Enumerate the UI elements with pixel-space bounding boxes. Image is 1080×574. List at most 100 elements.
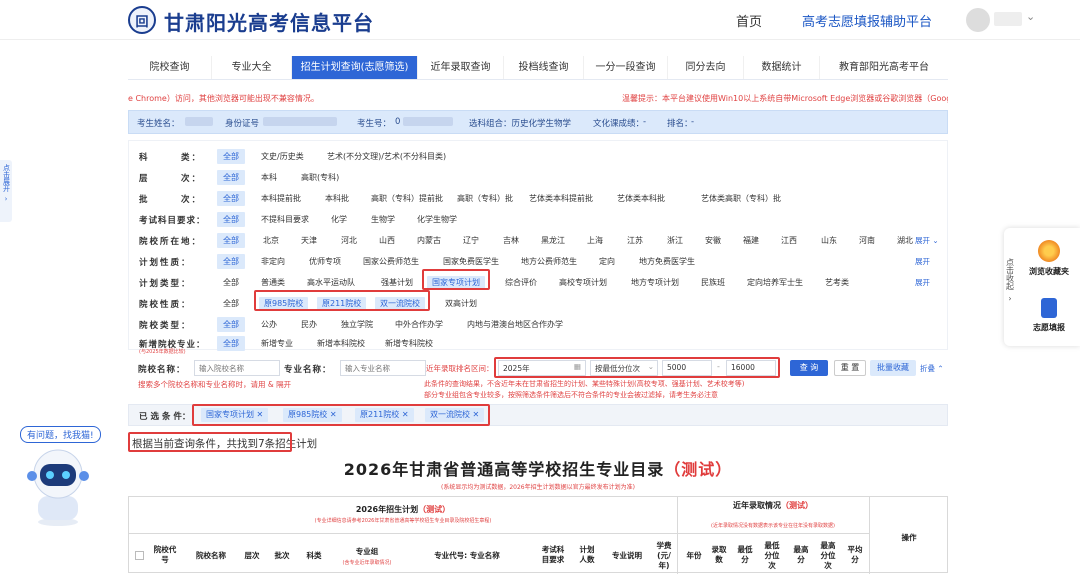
- expand-plan-type[interactable]: 展开: [915, 277, 930, 288]
- filter-option[interactable]: 山西: [379, 235, 395, 246]
- major-name-input[interactable]: [340, 360, 426, 376]
- expand-location[interactable]: 展开 ⌄: [915, 235, 939, 246]
- filter-option[interactable]: 双高计划: [445, 298, 477, 309]
- filter-option[interactable]: 内蒙古: [417, 235, 441, 246]
- tab-score-rank[interactable]: 一分一段查询: [584, 56, 668, 79]
- filter-option[interactable]: 高水平运动队: [307, 277, 355, 288]
- tab-school-query[interactable]: 院校查询: [128, 56, 212, 79]
- filter-option[interactable]: 民族班: [701, 277, 725, 288]
- filter-option[interactable]: 普通类: [261, 277, 285, 288]
- tab-same-score[interactable]: 同分去向: [668, 56, 744, 79]
- filter-option[interactable]: 非定向: [261, 256, 285, 267]
- select-all-checkbox[interactable]: [135, 551, 144, 560]
- user-name-redacted[interactable]: [994, 12, 1022, 26]
- filter-option[interactable]: 化学生物学: [417, 214, 457, 225]
- collapse-button[interactable]: 折叠 ⌃: [920, 363, 944, 374]
- filter-option[interactable]: 福建: [743, 235, 759, 246]
- filter-option[interactable]: 湖北: [897, 235, 913, 246]
- filter-all[interactable]: 全部: [217, 191, 245, 206]
- filter-row-category: 科 类： 全部 文史/历史类 艺术(不分文理)/艺术(不分科目类): [129, 147, 949, 167]
- filter-all[interactable]: 全部: [217, 233, 245, 248]
- filter-option[interactable]: 吉林: [503, 235, 519, 246]
- filter-option[interactable]: 艺体类高职（专科）批: [701, 193, 781, 204]
- filter-option[interactable]: 地方公费师范生: [521, 256, 577, 267]
- reset-button[interactable]: 重 置: [834, 360, 866, 376]
- tab-major-list[interactable]: 专业大全: [212, 56, 292, 79]
- filter-option[interactable]: 上海: [587, 235, 603, 246]
- filter-option[interactable]: 独立学院: [341, 319, 373, 330]
- filter-option[interactable]: 江苏: [627, 235, 643, 246]
- tab-enrollment-plan[interactable]: 招生计划查询(志愿筛选): [292, 56, 418, 79]
- tab-moe-platform[interactable]: 教育部阳光高考平台: [820, 56, 948, 79]
- filter-option[interactable]: 定向培养军士生: [747, 277, 803, 288]
- filter-option[interactable]: 民办: [301, 319, 317, 330]
- filter-option[interactable]: 本科提前批: [261, 193, 301, 204]
- expand-plan-nature[interactable]: 展开: [915, 256, 930, 267]
- filter-option[interactable]: 高校专项计划: [559, 277, 607, 288]
- favorites-button[interactable]: 浏览收藏夹: [1022, 240, 1076, 277]
- filter-option[interactable]: 高职（专科）批: [457, 193, 513, 204]
- nav-assist-link[interactable]: 高考志愿填报辅助平台: [802, 11, 932, 30]
- filter-option[interactable]: 地方免费医学生: [639, 256, 695, 267]
- filter-all[interactable]: 全部: [223, 298, 239, 309]
- filter-option[interactable]: 浙江: [667, 235, 683, 246]
- filter-option[interactable]: 强基计划: [381, 277, 413, 288]
- filter-all[interactable]: 全部: [217, 149, 245, 164]
- filter-option[interactable]: 综合评价: [505, 277, 537, 288]
- filter-option[interactable]: 中外合作办学: [395, 319, 443, 330]
- filter-option[interactable]: 河南: [859, 235, 875, 246]
- filter-option[interactable]: 北京: [263, 235, 279, 246]
- tab-cutoff-lines[interactable]: 投档线查询: [504, 56, 584, 79]
- tab-statistics[interactable]: 数据统计: [744, 56, 820, 79]
- filter-option[interactable]: 新增专科院校: [385, 338, 433, 349]
- filter-option[interactable]: 新增专业: [261, 338, 293, 349]
- filter-option[interactable]: 本科批: [325, 193, 349, 204]
- filter-option[interactable]: 天津: [301, 235, 317, 246]
- filter-option[interactable]: 不提科目要求: [261, 214, 309, 225]
- site-logo-icon[interactable]: 回: [128, 6, 156, 34]
- filter-option[interactable]: 文史/历史类: [261, 151, 304, 162]
- tab-admission-history[interactable]: 近年录取查询: [418, 56, 504, 79]
- site-title[interactable]: 甘肃阳光高考信息平台: [164, 7, 374, 36]
- batch-favorite-button[interactable]: 批量收藏: [870, 360, 916, 376]
- filter-option[interactable]: 生物学: [371, 214, 395, 225]
- filter-option[interactable]: 艺术(不分文理)/艺术(不分科目类): [327, 151, 446, 162]
- robot-assistant-icon[interactable]: [22, 444, 94, 528]
- filter-option[interactable]: 辽宁: [463, 235, 479, 246]
- robot-bubble[interactable]: 有问题，找我猫!: [20, 426, 101, 443]
- filter-option[interactable]: 国家公费师范生: [363, 256, 419, 267]
- filter-option[interactable]: 河北: [341, 235, 357, 246]
- filter-option[interactable]: 国家免费医学生: [443, 256, 499, 267]
- filter-option[interactable]: 新增本科院校: [317, 338, 365, 349]
- filter-option[interactable]: 本科: [261, 172, 277, 183]
- filter-option[interactable]: 山东: [821, 235, 837, 246]
- apply-button[interactable]: 志愿填报: [1022, 298, 1076, 333]
- school-name-input[interactable]: [194, 360, 280, 376]
- filter-all[interactable]: 全部: [217, 254, 245, 269]
- filter-option[interactable]: 内地与港澳台地区合作办学: [467, 319, 563, 330]
- query-button[interactable]: 查 询: [790, 360, 828, 376]
- filter-option[interactable]: 艺体类本科批: [617, 193, 665, 204]
- filter-all[interactable]: 全部: [217, 212, 245, 227]
- filter-option[interactable]: 化学: [331, 214, 347, 225]
- filter-all[interactable]: 全部: [217, 170, 245, 185]
- filter-option[interactable]: 定向: [599, 256, 615, 267]
- filter-all[interactable]: 全部: [217, 336, 245, 351]
- collapse-widget-button[interactable]: 点击收起 ›: [1004, 258, 1016, 304]
- filter-option[interactable]: 高职(专科): [301, 172, 339, 183]
- filter-option[interactable]: 高职（专科）提前批: [371, 193, 443, 204]
- filter-all[interactable]: 全部: [217, 317, 245, 332]
- filter-all[interactable]: 全部: [223, 277, 239, 288]
- filter-option[interactable]: 艺体类本科提前批: [529, 193, 593, 204]
- chevron-down-icon[interactable]: ⌄: [1026, 10, 1035, 23]
- filter-option[interactable]: 安徽: [705, 235, 721, 246]
- filter-option[interactable]: 地方专项计划: [631, 277, 679, 288]
- nav-home-link[interactable]: 首页: [736, 11, 762, 30]
- filter-option[interactable]: 江西: [781, 235, 797, 246]
- user-avatar[interactable]: [966, 8, 990, 32]
- sidebar-expand-tab[interactable]: 点击展开 ›: [0, 160, 12, 222]
- filter-option[interactable]: 艺考类: [825, 277, 849, 288]
- filter-option[interactable]: 优师专项: [309, 256, 341, 267]
- filter-option[interactable]: 黑龙江: [541, 235, 565, 246]
- filter-option[interactable]: 公办: [261, 319, 277, 330]
